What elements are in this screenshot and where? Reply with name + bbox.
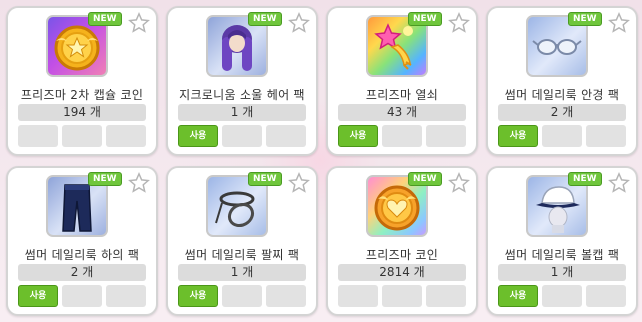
empty-slot [62, 285, 102, 307]
use-button[interactable]: 사용 [498, 285, 538, 307]
empty-slot [586, 285, 626, 307]
new-badge: NEW [88, 12, 122, 26]
item-name: 프리즈마 코인 [365, 248, 439, 262]
action-slots: 사용 [178, 125, 306, 147]
favorite-star-icon[interactable] [128, 12, 150, 34]
action-slots: 사용 [498, 125, 626, 147]
item-name: 썸머 데일리룩 팔찌 팩 [184, 248, 300, 262]
empty-slot [586, 125, 626, 147]
empty-slot [542, 285, 582, 307]
new-badge: NEW [568, 172, 602, 186]
empty-slot [222, 285, 262, 307]
item-card[interactable]: NEW 프리즈마 코인 2814 개 [326, 166, 478, 316]
action-slots: 사용 [18, 285, 146, 307]
item-card[interactable]: NEW 썸머 데일리룩 팔찌 팩 1 개 사용 [166, 166, 318, 316]
empty-slot [62, 125, 102, 147]
action-slots [18, 125, 146, 147]
favorite-star-icon[interactable] [288, 172, 310, 194]
new-badge: NEW [248, 12, 282, 26]
item-quantity: 194 개 [18, 104, 146, 121]
item-name: 썸머 데일리룩 하의 팩 [24, 248, 140, 262]
use-button[interactable]: 사용 [178, 125, 218, 147]
favorite-star-icon[interactable] [608, 172, 630, 194]
use-button[interactable]: 사용 [18, 285, 58, 307]
empty-slot [542, 125, 582, 147]
empty-slot [382, 125, 422, 147]
favorite-star-icon[interactable] [288, 12, 310, 34]
action-slots: 사용 [498, 285, 626, 307]
favorite-star-icon[interactable] [128, 172, 150, 194]
favorite-star-icon[interactable] [448, 172, 470, 194]
item-name: 프리즈마 열쇠 [365, 88, 439, 102]
use-button[interactable]: 사용 [178, 285, 218, 307]
empty-slot [18, 125, 58, 147]
item-quantity: 1 개 [498, 264, 626, 281]
item-quantity: 2 개 [18, 264, 146, 281]
new-badge: NEW [248, 172, 282, 186]
item-name: 썸머 데일리룩 안경 팩 [504, 88, 620, 102]
new-badge: NEW [408, 172, 442, 186]
empty-slot [266, 125, 306, 147]
item-card[interactable]: NEW 지크로니움 소울 헤어 팩 1 개 사용 [166, 6, 318, 156]
inventory-grid: NEW 프리즈마 2차 캡슐 코인 194 개 NEW 지크로니움 소울 헤어 … [6, 6, 638, 316]
favorite-star-icon[interactable] [608, 12, 630, 34]
empty-slot [222, 125, 262, 147]
empty-slot [382, 285, 422, 307]
empty-slot [426, 125, 466, 147]
item-quantity: 43 개 [338, 104, 466, 121]
new-badge: NEW [88, 172, 122, 186]
item-name: 프리즈마 2차 캡슐 코인 [20, 88, 144, 102]
item-name: 지크로니움 소울 헤어 팩 [179, 88, 305, 102]
new-badge: NEW [408, 12, 442, 26]
action-slots: 사용 [338, 125, 466, 147]
item-quantity: 1 개 [178, 104, 306, 121]
favorite-star-icon[interactable] [448, 12, 470, 34]
item-quantity: 2814 개 [338, 264, 466, 281]
empty-slot [266, 285, 306, 307]
empty-slot [106, 285, 146, 307]
item-name: 썸머 데일리룩 볼캡 팩 [504, 248, 620, 262]
item-quantity: 1 개 [178, 264, 306, 281]
action-slots: 사용 [178, 285, 306, 307]
item-card[interactable]: NEW 썸머 데일리룩 볼캡 팩 1 개 사용 [486, 166, 638, 316]
item-card[interactable]: NEW 프리즈마 열쇠 43 개 사용 [326, 6, 478, 156]
item-card[interactable]: NEW 프리즈마 2차 캡슐 코인 194 개 [6, 6, 158, 156]
use-button[interactable]: 사용 [338, 125, 378, 147]
empty-slot [426, 285, 466, 307]
new-badge: NEW [568, 12, 602, 26]
empty-slot [106, 125, 146, 147]
item-card[interactable]: NEW 썸머 데일리룩 하의 팩 2 개 사용 [6, 166, 158, 316]
empty-slot [338, 285, 378, 307]
item-quantity: 2 개 [498, 104, 626, 121]
use-button[interactable]: 사용 [498, 125, 538, 147]
action-slots [338, 285, 466, 307]
item-card[interactable]: NEW 썸머 데일리룩 안경 팩 2 개 사용 [486, 6, 638, 156]
